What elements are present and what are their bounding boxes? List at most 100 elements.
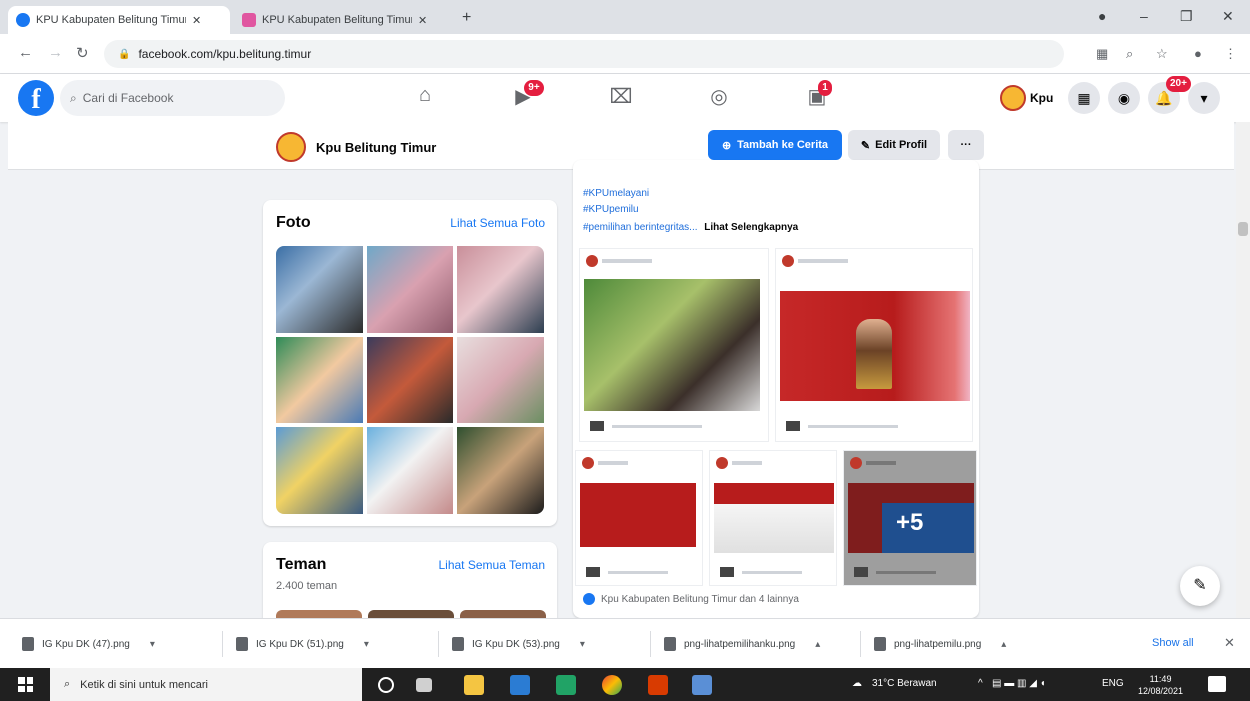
photo-thumbnail[interactable] [366, 336, 454, 424]
profile-shortcut[interactable]: Kpu [1000, 82, 1053, 114]
shared-post-photo[interactable] [780, 291, 970, 401]
tab-close-icon[interactable]: ✕ [192, 14, 201, 27]
extension-icon[interactable]: ▦ [1096, 46, 1108, 62]
shared-post-more[interactable]: +5 [843, 450, 977, 586]
photo-thumbnail[interactable] [366, 427, 454, 514]
profile-icon[interactable]: ● [1098, 8, 1106, 24]
watch-icon[interactable]: ▶ 9+ [508, 80, 544, 112]
notification-center-icon[interactable] [1208, 676, 1226, 692]
shared-post[interactable] [709, 450, 837, 586]
groups-icon[interactable]: ◎ [704, 84, 734, 112]
close-window-button[interactable]: ✕ [1222, 8, 1234, 25]
hashtag-link[interactable]: #KPUpemilu [583, 204, 639, 215]
messenger-icon[interactable]: ◉ [1108, 82, 1140, 114]
home-icon[interactable]: ⌂ [410, 84, 440, 112]
marketplace-icon[interactable]: ⌧ [606, 84, 636, 112]
menu-dots-icon[interactable]: ⋮ [1224, 46, 1237, 62]
post-text-line: #pemilihan berintegritas... Lihat Seleng… [583, 222, 798, 233]
shared-post[interactable] [575, 450, 703, 586]
photo-thumbnail[interactable] [276, 336, 363, 424]
photo-thumbnail[interactable] [366, 246, 454, 333]
download-item[interactable]: png-lihatpemilu.png ▴ [874, 633, 1006, 655]
facebook-logo-icon[interactable]: f [18, 80, 54, 116]
shared-post[interactable] [579, 248, 769, 442]
edit-profile-button[interactable]: ✎ Edit Profil [848, 130, 940, 160]
chevron-up-icon[interactable]: ▴ [815, 639, 820, 650]
see-more-link[interactable]: Lihat Selengkapnya [704, 222, 798, 233]
menu-grid-icon[interactable]: ▦ [1068, 82, 1100, 114]
download-item[interactable]: png-lihatpemilihanku.png ▴ [664, 633, 820, 655]
photo-thumbnail[interactable] [276, 246, 363, 333]
shared-post-photo[interactable] [584, 279, 760, 411]
facebook-search-input[interactable]: ⌕ Cari di Facebook [60, 80, 285, 116]
word-icon[interactable] [510, 675, 530, 695]
chevron-down-icon[interactable]: ▾ [580, 639, 585, 650]
taskbar-search-input[interactable]: ⌕ Ketik di sini untuk mencari [50, 668, 362, 701]
tab-close-icon[interactable]: ✕ [418, 14, 427, 27]
see-all-photos-link[interactable]: Lihat Semua Foto [450, 216, 545, 230]
browser-tab[interactable]: KPU Kabupaten Belitung Timur ✕ [234, 6, 456, 34]
friends-count: 2.400 teman [276, 580, 338, 592]
hashtag-link[interactable]: #KPUmelayani [583, 188, 649, 199]
url-input[interactable]: 🔒 facebook.com/kpu.belitung.timur [104, 40, 1064, 68]
file-explorer-icon[interactable] [464, 675, 484, 695]
restore-button[interactable]: ❐ [1180, 8, 1193, 25]
chevron-up-icon[interactable]: ▴ [1001, 639, 1006, 650]
show-all-downloads-link[interactable]: Show all [1152, 637, 1194, 649]
minimize-button[interactable]: – [1140, 8, 1148, 24]
photo-thumbnail[interactable] [276, 427, 363, 514]
language-indicator[interactable]: ENG [1102, 678, 1124, 689]
photo-thumbnail[interactable] [457, 427, 544, 514]
new-tab-button[interactable]: + [462, 9, 471, 27]
photo-thumbnail[interactable] [457, 246, 544, 333]
shared-post-photo[interactable] [714, 483, 834, 553]
shared-post-footer [786, 421, 898, 431]
task-view-icon[interactable] [416, 678, 432, 692]
page-name-block[interactable]: Kpu Belitung Timur [276, 132, 436, 162]
tab-label: KPU Kabupaten Belitung Timur [262, 14, 412, 26]
page-scrollbar[interactable] [1236, 122, 1250, 618]
cortana-icon[interactable] [378, 677, 394, 693]
forward-arrow-icon[interactable]: → [48, 44, 63, 61]
powerpoint-icon[interactable] [648, 675, 668, 695]
reload-icon[interactable]: ↻ [76, 44, 89, 62]
tray-chevron-icon[interactable]: ^ [978, 678, 983, 689]
shared-post[interactable] [775, 248, 973, 442]
download-item[interactable]: IG Kpu DK (47).png ▾ [22, 633, 155, 655]
close-shelf-icon[interactable]: ✕ [1224, 635, 1235, 651]
back-arrow-icon[interactable]: ← [18, 44, 33, 61]
weather-icon[interactable]: ☁ [852, 678, 862, 689]
reactions-line[interactable]: Kpu Kabupaten Belitung Timur dan 4 lainn… [583, 593, 799, 605]
image-file-icon [236, 637, 248, 651]
zoom-icon[interactable]: ⌕ [1126, 46, 1133, 62]
app-icon[interactable] [692, 675, 712, 695]
avatar [716, 457, 728, 469]
star-icon[interactable]: ☆ [1156, 46, 1168, 62]
download-item[interactable]: IG Kpu DK (51).png ▾ [236, 633, 369, 655]
notifications-bell-icon[interactable]: 🔔 20+ [1148, 76, 1191, 114]
gaming-icon[interactable]: ▣ 1 [802, 80, 832, 112]
see-all-friends-link[interactable]: Lihat Semua Teman [438, 558, 545, 572]
avatar [850, 457, 862, 469]
excel-icon[interactable] [556, 675, 576, 695]
chevron-down-icon[interactable]: ▾ [150, 639, 155, 650]
browser-tab-active[interactable]: KPU Kabupaten Belitung Timur | Beranda ✕ [8, 6, 230, 34]
photo-thumbnail[interactable] [457, 336, 544, 424]
photo-grid [276, 246, 544, 514]
add-to-story-button[interactable]: ⊕ Tambah ke Cerita [708, 130, 842, 160]
chrome-icon[interactable] [602, 675, 622, 695]
more-options-button[interactable]: ··· [948, 130, 984, 160]
windows-start-icon[interactable] [18, 677, 33, 692]
account-icon[interactable]: ● [1194, 46, 1202, 61]
scrollbar-thumb[interactable] [1238, 222, 1248, 236]
avatar [1000, 85, 1026, 111]
shared-post-photo[interactable] [580, 483, 696, 547]
hashtag-link[interactable]: #pemilihan berintegritas... [583, 222, 698, 233]
taskbar-clock[interactable]: 11:49 12/08/2021 [1138, 673, 1183, 697]
weather-text[interactable]: 31°C Berawan [872, 678, 937, 689]
account-dropdown-icon[interactable]: ▾ [1188, 82, 1220, 114]
tray-icons[interactable]: ▤ ▬ ▥ ◢ ◖ [992, 678, 1046, 689]
chevron-down-icon[interactable]: ▾ [364, 639, 369, 650]
download-item[interactable]: IG Kpu DK (53).png ▾ [452, 633, 585, 655]
compose-message-icon[interactable]: ✎ [1180, 566, 1220, 606]
